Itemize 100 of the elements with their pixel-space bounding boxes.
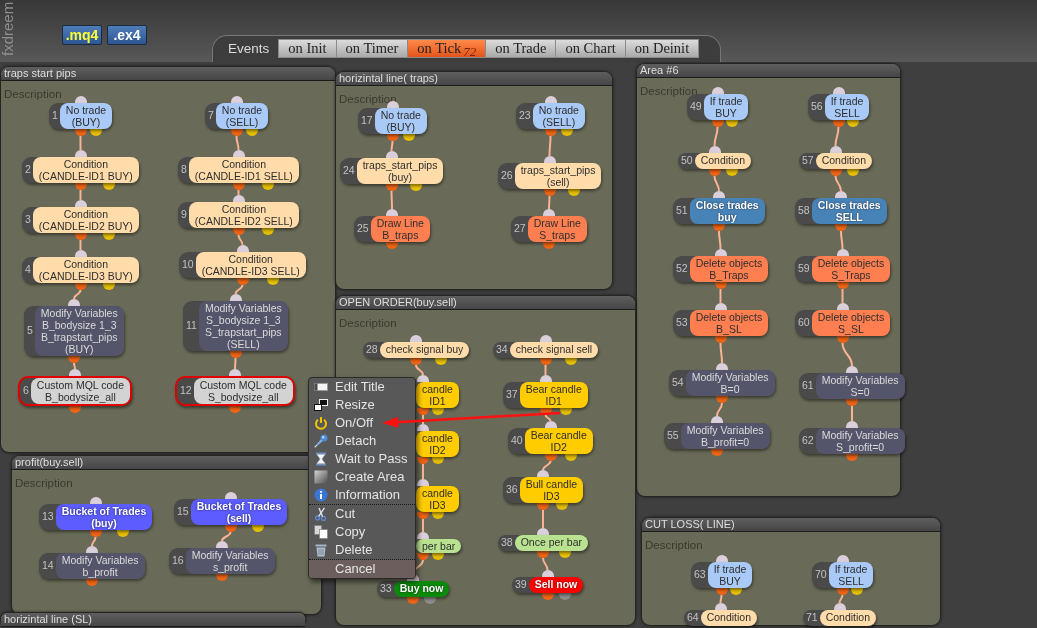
menu-item[interactable]: Detach <box>309 432 415 450</box>
block-label: No trade (SELL) <box>532 103 585 129</box>
block-label: check signal sell <box>509 342 599 358</box>
block-number: 26 <box>500 168 514 184</box>
block-label: Condition (CANDLE-ID2 BUY) <box>32 207 139 233</box>
flow-block[interactable]: candle ID3 <box>416 486 459 512</box>
block-label: If trade BUY <box>703 94 749 120</box>
flow-block[interactable]: 50 Condition <box>678 153 752 169</box>
event-tab[interactable]: on Tick$_{72}$ <box>407 39 487 58</box>
connection-line <box>851 405 853 422</box>
block-number: 24 <box>342 163 356 179</box>
connection-line <box>544 364 547 376</box>
block-number: 50 <box>680 153 694 168</box>
connection-line <box>79 239 82 251</box>
block-label: check signal buy <box>379 342 470 358</box>
menu-item[interactable]: Cut <box>309 505 415 523</box>
block-label: Delete objects S_SL <box>811 310 891 336</box>
block-label: No trade (SELL) <box>215 103 269 129</box>
area-title: CUT LOSS( LINE) <box>642 518 940 532</box>
block-number: 8 <box>180 162 188 178</box>
block-number: 71 <box>805 610 819 625</box>
connection-line <box>548 135 552 157</box>
connection-line <box>73 289 82 300</box>
block-label: Condition <box>700 610 758 626</box>
block-label: Once per bar <box>514 535 588 551</box>
block-label: Condition (CANDLE-ID1 SELL) <box>188 157 299 183</box>
connection-line <box>390 140 394 152</box>
event-tab[interactable]: on Chart <box>555 39 626 58</box>
block-number: 58 <box>797 203 811 219</box>
block-label: Bucket of Trades (sell) <box>190 499 288 525</box>
block-number: 15 <box>176 504 190 520</box>
menu-item[interactable]: Cancel <box>309 560 415 578</box>
event-count: 72 <box>463 44 477 59</box>
connection-line <box>544 414 552 422</box>
file-type-button[interactable]: .mq4 <box>62 25 102 45</box>
menu-item[interactable]: Delete <box>309 541 415 559</box>
connection-line <box>235 135 240 151</box>
block-number: 37 <box>505 387 519 403</box>
flow-block[interactable]: 28 check signal buy <box>363 342 470 358</box>
menu-item[interactable]: Edit Title <box>309 378 415 396</box>
block-number: 7 <box>207 108 215 124</box>
connection-line <box>237 234 244 246</box>
menu-item[interactable]: Copy <box>309 523 415 541</box>
connection-line <box>422 518 424 533</box>
block-label: traps_start_pips (buy) <box>356 158 444 184</box>
block-number: 1 <box>51 108 59 124</box>
connection-line <box>91 536 97 547</box>
block-label: If trade SELL <box>828 562 874 588</box>
block-number: 14 <box>41 558 55 574</box>
menu-item[interactable]: Resize <box>309 396 415 414</box>
connection-line <box>716 402 723 417</box>
block-number: 64 <box>686 610 700 625</box>
power-icon <box>314 416 328 430</box>
menu-item[interactable]: Create Area <box>309 468 415 486</box>
connection-line <box>834 175 842 192</box>
block-label: No trade (BUY) <box>374 108 427 134</box>
menu-item[interactable]: Information <box>309 486 415 504</box>
block-label: Bull candle ID3 <box>519 477 584 503</box>
connection-line <box>548 195 551 210</box>
block-number: 17 <box>360 113 374 129</box>
block-number: 11 <box>185 318 198 334</box>
flow-block[interactable]: 38 Once per bar <box>498 535 588 551</box>
block-number: 28 <box>365 342 379 357</box>
event-tab[interactable]: on Timer <box>335 39 409 58</box>
connection-line <box>542 557 549 571</box>
block-label: Delete objects B_Traps <box>689 256 769 282</box>
block-number: 56 <box>810 99 824 115</box>
block-number: 33 <box>379 581 393 596</box>
block-label: Delete objects S_Traps <box>811 256 891 282</box>
event-tab[interactable]: on Trade <box>485 39 557 58</box>
block-label: Modify Variables S_profit=0 <box>815 428 905 454</box>
block-number: 52 <box>675 261 689 277</box>
flow-block[interactable]: 39 Sell now <box>512 577 584 593</box>
area-title: horizintal line( traps) <box>336 72 612 86</box>
hourglass-icon <box>314 452 328 466</box>
flow-block[interactable]: 33 Buy now <box>377 581 450 597</box>
event-tab[interactable]: on Init <box>278 39 337 58</box>
connection-line <box>834 126 840 147</box>
menu-item[interactable]: On/Off <box>309 414 415 432</box>
flow-block[interactable]: 57 Condition <box>799 153 873 169</box>
flow-block[interactable]: candle ID1 <box>416 382 459 408</box>
flow-block[interactable]: 71 Condition <box>803 610 877 626</box>
block-number: 13 <box>41 509 55 525</box>
flow-block[interactable]: per bar <box>416 539 462 553</box>
connection-line <box>415 364 424 376</box>
file-type-button[interactable]: .ex4 <box>107 25 147 45</box>
block-label: Condition (CANDLE-ID1 BUY) <box>32 157 139 183</box>
connection-line <box>79 189 82 201</box>
block-label: Modify Variables s_profit <box>185 548 275 574</box>
copy-icon <box>314 525 328 539</box>
block-number: 12 <box>179 383 193 399</box>
block-label: Modify Variables B_bodysize 1_3 B_trapstart_pips (BUY) <box>34 306 124 356</box>
block-number: 6 <box>22 383 30 399</box>
block-label: Sell now <box>528 577 584 593</box>
flow-block[interactable]: candle ID2 <box>416 431 459 457</box>
connection-line <box>234 357 237 370</box>
flow-block[interactable]: 64 Condition <box>684 610 758 626</box>
flow-block[interactable]: 34 check signal sell <box>493 342 599 358</box>
block-number: 27 <box>513 221 527 237</box>
event-tab[interactable]: on Deinit <box>624 39 700 58</box>
